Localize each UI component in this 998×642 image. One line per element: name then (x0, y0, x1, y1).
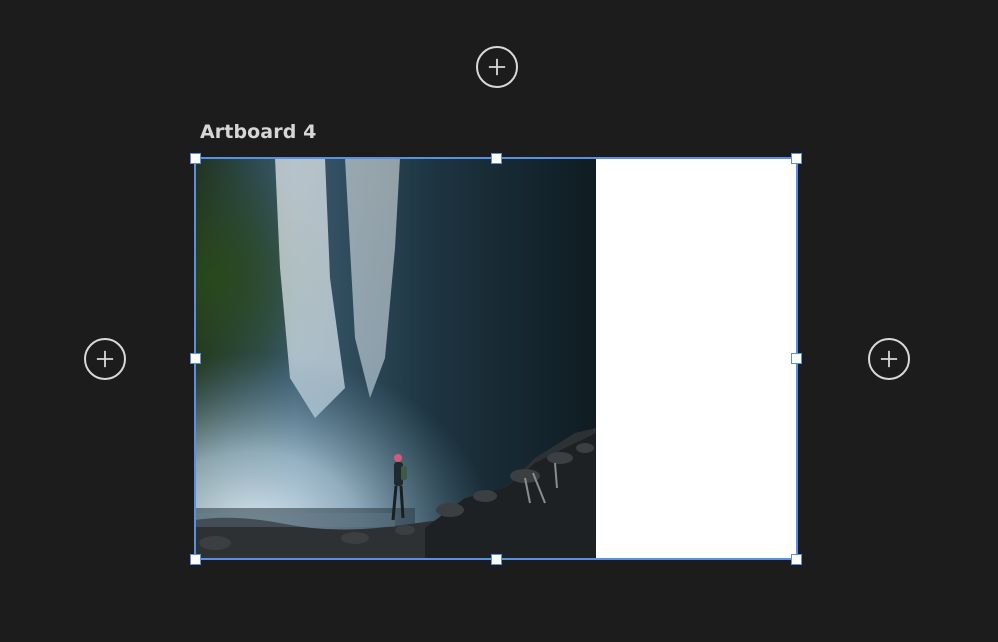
add-artboard-left-button[interactable] (84, 338, 126, 380)
resize-handle-top-right[interactable] (791, 153, 802, 164)
add-artboard-above-button[interactable] (476, 46, 518, 88)
resize-handle-bottom-left[interactable] (190, 554, 201, 565)
design-canvas[interactable]: Artboard 4 (0, 0, 998, 642)
resize-handle-bottom-right[interactable] (791, 554, 802, 565)
resize-handle-middle-right[interactable] (791, 353, 802, 364)
resize-handle-bottom-center[interactable] (491, 554, 502, 565)
artboard[interactable] (195, 158, 798, 560)
plus-icon (96, 350, 114, 368)
add-artboard-right-button[interactable] (868, 338, 910, 380)
resize-handle-middle-left[interactable] (190, 353, 201, 364)
plus-icon (488, 58, 506, 76)
resize-handle-top-left[interactable] (190, 153, 201, 164)
plus-icon (880, 350, 898, 368)
waterfall-photo[interactable] (195, 158, 596, 560)
resize-handle-top-center[interactable] (491, 153, 502, 164)
artboard-title[interactable]: Artboard 4 (200, 121, 316, 143)
waterfall-image (195, 158, 596, 560)
